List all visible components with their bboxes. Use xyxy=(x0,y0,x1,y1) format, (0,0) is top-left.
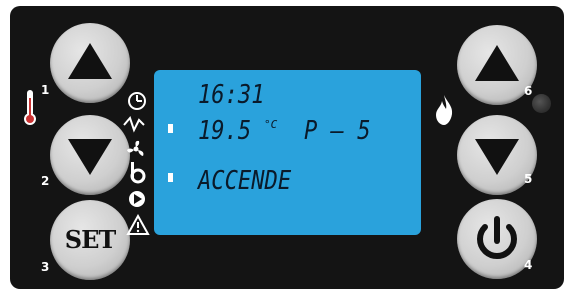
temperature-unit: °C xyxy=(264,118,278,131)
indicator-dot-2 xyxy=(168,173,173,182)
thermometer-icon xyxy=(24,90,36,125)
indicator-dot-1 xyxy=(168,124,173,133)
up-button-left[interactable] xyxy=(50,23,130,103)
button-number-6: 6 xyxy=(524,84,533,98)
set-button[interactable]: SET xyxy=(50,200,130,280)
auger-icon xyxy=(130,162,146,184)
down-arrow-icon xyxy=(68,139,112,175)
status-led xyxy=(532,94,551,113)
button-number-3: 3 xyxy=(41,260,50,274)
alarm-icon xyxy=(126,214,150,235)
pump-icon xyxy=(129,191,145,207)
status-readout: ACCENDE xyxy=(198,166,292,196)
spark-icon xyxy=(123,116,145,133)
button-number-2: 2 xyxy=(41,174,50,188)
down-button-left[interactable] xyxy=(50,115,130,195)
temperature-readout: 19.5 xyxy=(198,116,252,146)
fan-icon xyxy=(127,140,144,156)
power-level-readout: P – 5 xyxy=(304,116,371,146)
button-number-4: 4 xyxy=(524,258,533,272)
up-arrow-icon xyxy=(68,43,112,79)
flame-icon xyxy=(436,95,453,125)
clock-icon xyxy=(128,92,146,110)
button-number-5: 5 xyxy=(524,172,533,186)
lcd-display: 16:31 19.5 °C P – 5 ACCENDE xyxy=(154,70,421,235)
set-button-label: SET xyxy=(64,225,116,254)
button-number-1: 1 xyxy=(41,83,50,97)
time-readout: 16:31 xyxy=(198,80,265,110)
